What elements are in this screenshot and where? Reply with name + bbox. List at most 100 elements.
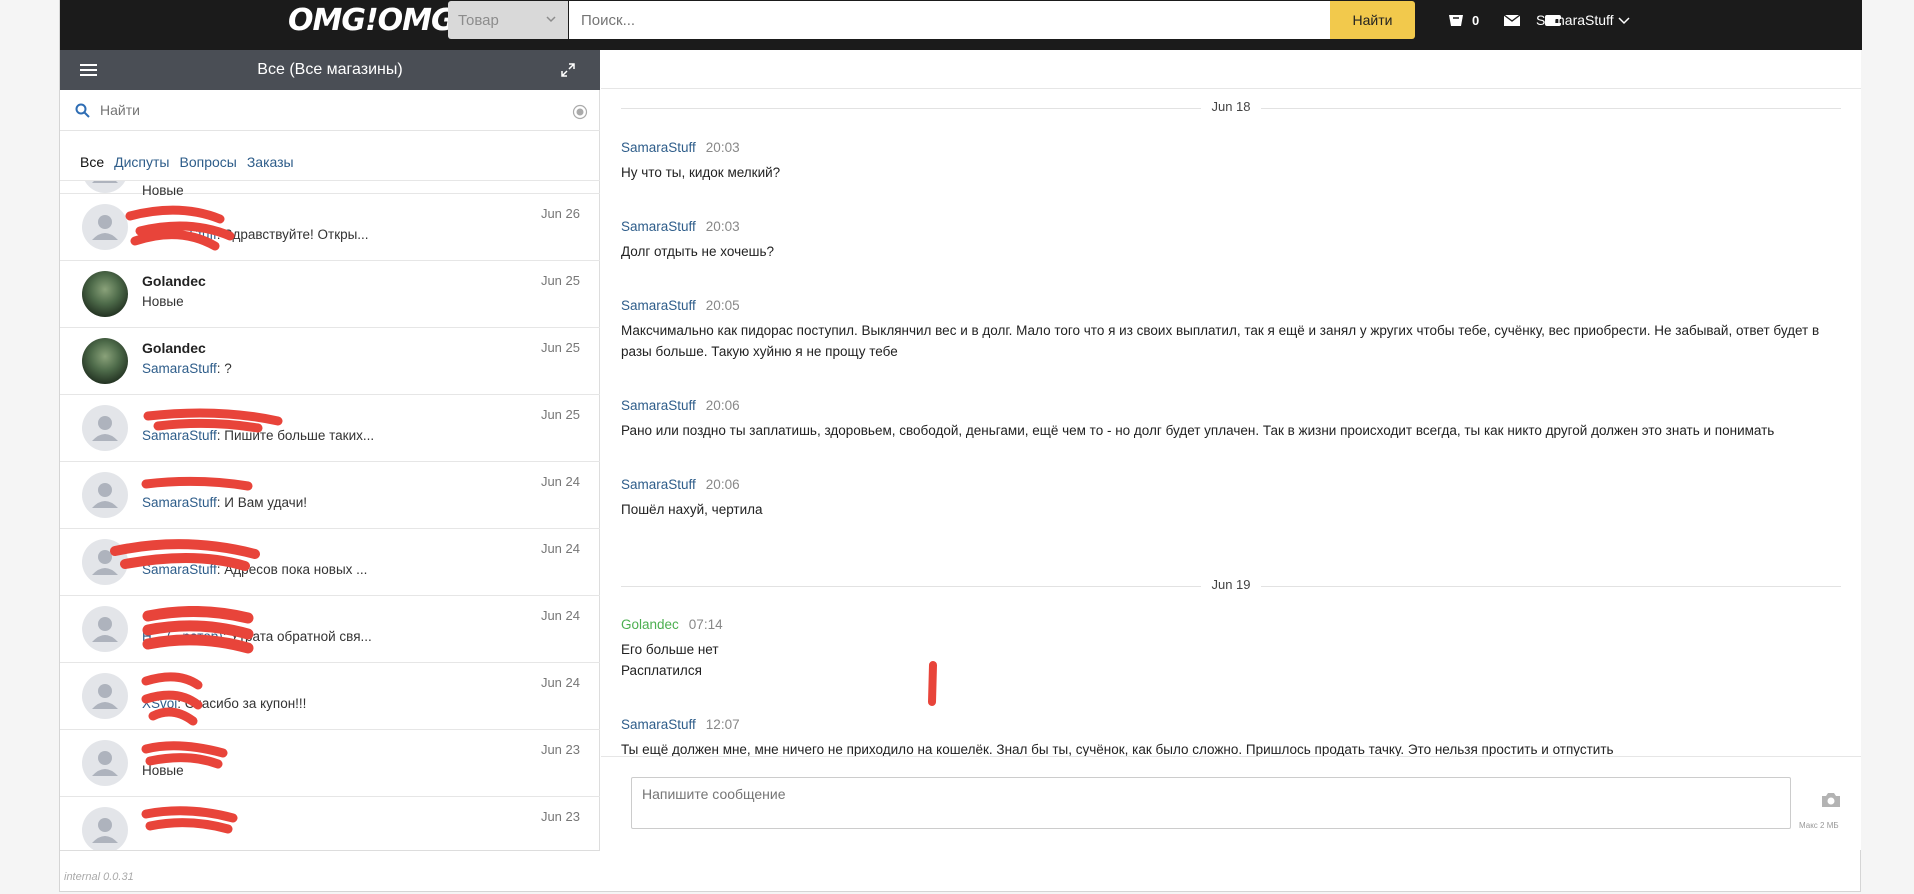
user-icon <box>92 416 118 441</box>
conversation-date: Jun 24 <box>540 675 580 690</box>
message-author[interactable]: SamaraStuff <box>621 298 696 313</box>
conversation-item[interactable]: Jun 24 SamaraStuff: Адресов пока новых .… <box>60 529 600 596</box>
avatar <box>82 181 128 193</box>
user-icon <box>92 483 118 508</box>
app-frame: OMG!OMG! Товар Найти 0 SamaraStuff Все (… <box>59 0 1862 892</box>
conversation-item[interactable]: Jun 25 SamaraStuff: Пишите больше таких.… <box>60 395 600 462</box>
conversation-preview: SamaraStuff: ? <box>142 361 232 376</box>
find-input[interactable] <box>100 100 550 120</box>
message: SamaraStuff 20:06 Пошёл нахуй, чертила <box>621 476 1841 520</box>
message-time: 20:03 <box>705 140 740 155</box>
user-icon <box>92 550 118 575</box>
conversation-date: Jun 25 <box>540 407 580 422</box>
avatar <box>82 740 128 786</box>
conversation-item[interactable]: Golandec Jun 25 SamaraStuff: ? <box>60 328 600 395</box>
conversation-date: Jun 25 <box>540 340 580 355</box>
conversation-item[interactable]: Jun 24 SamaraStuff: И Вам удачи! <box>60 462 600 529</box>
tab-questions[interactable]: Вопросы <box>179 154 236 170</box>
message-time: 07:14 <box>688 617 723 632</box>
message: SamaraStuff 12:07 Ты ещё должен мне, мне … <box>621 716 1841 760</box>
message-author[interactable]: SamaraStuff <box>621 398 696 413</box>
conversation-item[interactable]: Golandec Jun 25 Новые <box>60 261 600 328</box>
user-menu[interactable]: SamaraStuff <box>1536 12 1630 28</box>
message-time: 20:06 <box>705 477 740 492</box>
user-icon <box>92 215 118 240</box>
message-text: Максчимально как пидорас поступил. Выкля… <box>621 323 1820 359</box>
panel-header: Все (Все магазины) <box>60 50 600 90</box>
camera-icon[interactable] <box>1820 791 1842 809</box>
conversation-date: Jun 24 <box>540 608 580 623</box>
conversation-date: Jun 23 <box>540 742 580 757</box>
message-time: 20:05 <box>705 298 740 313</box>
find-row <box>60 90 600 131</box>
version-label: internal 0.0.31 <box>64 871 134 883</box>
conversation-item[interactable]: Jun 23 Новые <box>60 730 600 797</box>
avatar <box>82 338 128 384</box>
message-author[interactable]: Golandec <box>621 617 679 632</box>
tab-disputes[interactable]: Диспуты <box>114 154 169 170</box>
category-select-value: Товар <box>458 12 499 29</box>
message: Golandec 07:14 Его больше нет Расплатился <box>621 616 1841 681</box>
conversations-panel: Все (Все магазины) Все Диспуты Вопросы Зака… <box>60 50 600 850</box>
avatar <box>82 673 128 719</box>
conversation-list: Новые Jun 26 SamaraStuff: Здравствуйте! … <box>60 180 600 850</box>
conversation-item[interactable]: Новые <box>60 181 600 198</box>
conversation-preview: Новые <box>142 294 184 309</box>
avatar <box>82 405 128 451</box>
message-author[interactable]: SamaraStuff <box>621 140 696 155</box>
user-icon <box>92 617 118 642</box>
chevron-down-icon <box>546 16 556 23</box>
conversation-date: Jun 25 <box>540 273 580 288</box>
user-icon <box>92 181 118 183</box>
panel-title: Все (Все магазины) <box>257 61 403 78</box>
username: SamaraStuff <box>1536 12 1614 28</box>
conversation-name: Golandec <box>142 273 206 289</box>
date-separator: Jun 19 <box>621 577 1841 597</box>
max-size-label: Макс 2 МБ <box>1799 821 1839 830</box>
tab-orders[interactable]: Заказы <box>247 154 294 170</box>
message-text: Долг отдыть не хочешь? <box>621 244 774 259</box>
conversation-preview: XSvoi: Спасибо за купон!!! <box>142 696 307 711</box>
avatar <box>82 606 128 652</box>
conversation-name: Golandec <box>142 340 206 356</box>
avatar <box>82 271 128 317</box>
message-text: Рано или поздно ты заплатишь, здоровьем,… <box>621 423 1775 438</box>
message-text: Пошёл нахуй, чертила <box>621 502 763 517</box>
message: SamaraStuff 20:03 Долг отдыть не хочешь? <box>621 218 1841 262</box>
conversation-preview: Новые <box>142 763 184 778</box>
expand-icon[interactable] <box>560 62 576 78</box>
chat-header <box>601 50 1861 89</box>
cart-icon[interactable] <box>1447 12 1465 28</box>
tab-all[interactable]: Все <box>80 154 104 170</box>
avatar <box>82 539 128 585</box>
message-author[interactable]: SamaraStuff <box>621 717 696 732</box>
conversation-item[interactable]: Jun 24 XSvoi: Спасибо за купон!!! <box>60 663 600 730</box>
avatar <box>82 807 128 850</box>
chat-panel: Jun 18 SamaraStuff 20:03 Ну что ты, кидок… <box>601 50 1861 850</box>
conversation-preview: Н... (...ратор): Утрата обратной свя... <box>142 629 372 644</box>
category-select[interactable]: Товар <box>448 1 568 39</box>
message-text: Ну что ты, кидок мелкий? <box>621 165 781 180</box>
conversation-preview: SamaraStuff: Адресов пока новых ... <box>142 562 368 577</box>
cart-count: 0 <box>1472 13 1480 28</box>
conversation-item[interactable]: Jun 23 <box>60 797 600 850</box>
divider <box>60 850 600 851</box>
message-text: Его больше нет Расплатился <box>621 642 719 678</box>
search-input[interactable] <box>569 1 1330 39</box>
message-time: 12:07 <box>705 717 740 732</box>
conversation-date: Jun 24 <box>540 541 580 556</box>
chevron-down-icon <box>1618 17 1630 25</box>
conversation-item[interactable]: Jun 26 SamaraStuff: Здравствуйте! Откры.… <box>60 194 600 261</box>
conversation-preview: SamaraStuff: Пишите больше таких... <box>142 428 375 443</box>
search-button[interactable]: Найти <box>1330 1 1415 39</box>
mail-icon[interactable] <box>1503 12 1521 28</box>
message-input[interactable] <box>631 777 1791 829</box>
site-logo[interactable]: OMG!OMG! <box>288 3 468 38</box>
conversation-item[interactable]: Jun 24 Н... (...ратор): Утрата обратной … <box>60 596 600 663</box>
conversation-date: Jun 26 <box>540 206 580 221</box>
message-author[interactable]: SamaraStuff <box>621 219 696 234</box>
record-icon[interactable] <box>572 104 588 120</box>
message-author[interactable]: SamaraStuff <box>621 477 696 492</box>
filter-tabs: Все Диспуты Вопросы Заказы <box>80 154 304 170</box>
message: SamaraStuff 20:03 Ну что ты, кидок мелкий… <box>621 139 1841 183</box>
